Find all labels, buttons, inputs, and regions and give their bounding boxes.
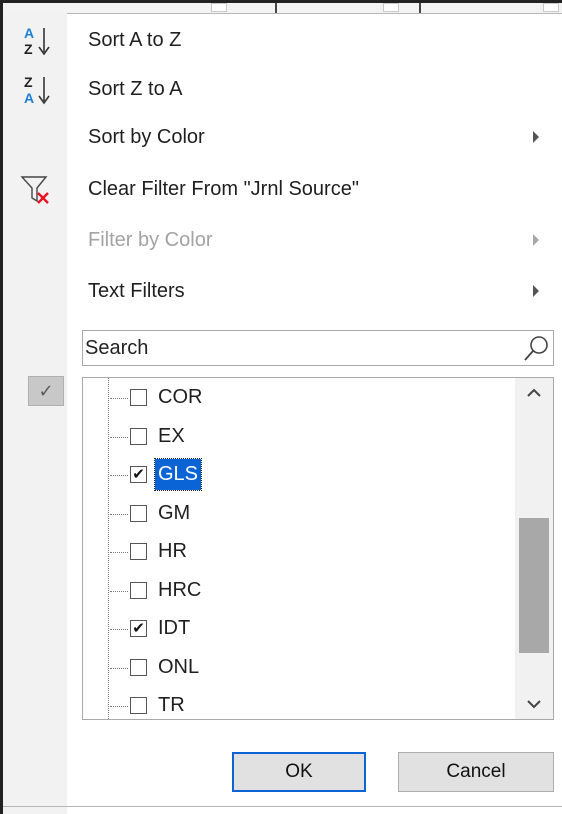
tree-connector [110,513,128,515]
list-item[interactable]: TR [83,687,513,719]
scroll-up-button[interactable] [515,378,553,408]
list-item-label: GLS [153,458,203,491]
filter-by-color-label: Filter by Color [88,229,213,251]
tree-connector [110,398,128,399]
list-item-label: ONL [158,655,200,678]
text-filters-label: Text Filters [88,280,185,302]
item-checkbox[interactable] [130,504,147,522]
item-checkbox[interactable] [130,697,147,714]
cancel-button[interactable]: Cancel [398,752,554,792]
list-item-label: TR [158,694,185,716]
scrollbar-thumb[interactable] [519,518,549,653]
chevron-down-icon [527,700,541,709]
list-item-label: EX [158,424,185,447]
header-divider [275,3,277,13]
chevron-up-icon [527,388,541,397]
sort-z-to-a-label: Sort Z to A [88,78,183,100]
header-dropdown-marker [543,3,559,12]
list-item-label: COR [158,386,203,408]
sort-by-color-label: Sort by Color [88,126,205,148]
item-checkbox[interactable] [130,427,147,445]
tree-connector [110,436,128,438]
item-checkbox[interactable]: ✔ [130,620,147,637]
tree-connector [110,667,128,669]
item-checkbox[interactable]: ✔ [130,466,147,483]
search-input[interactable] [85,331,505,365]
checkmark-icon: ✓ [28,376,64,406]
tree-connector [110,706,128,707]
sort-a-to-z-label: Sort A to Z [88,29,182,51]
tree-connector [110,590,128,592]
list-item-label: IDT [158,617,191,639]
sort-ascending-icon: A Z [24,25,50,57]
svg-text:Z: Z [24,74,33,90]
item-checkbox[interactable] [130,658,147,676]
ok-button[interactable]: OK [232,752,366,792]
submenu-arrow-icon [533,131,539,143]
clear-filter-label: Clear Filter From "Jrnl Source" [88,178,359,200]
list-item-label: HRC [158,578,202,601]
column-header-strip [3,3,562,14]
list-item[interactable]: GM [83,495,513,533]
list-item[interactable]: ✔ IDT [83,610,513,648]
item-checkbox[interactable] [130,543,147,560]
header-dropdown-marker [383,3,399,12]
menu-text-filters[interactable]: Text Filters [0,267,562,316]
list-item[interactable]: ✔ GLS [83,456,513,494]
list-scrollbar[interactable] [515,378,553,719]
menu-sort-z-to-a[interactable]: Z A Sort Z to A [0,65,562,114]
search-box[interactable] [82,330,554,366]
menu-sort-a-to-z[interactable]: A Z Sort A to Z [0,16,562,65]
tree-connector [110,475,128,476]
list-item-label: GM [158,501,191,524]
clear-filter-icon [20,176,49,204]
menu-filter-by-color: Filter by Color [0,216,562,265]
svg-text:A: A [24,90,34,106]
list-item[interactable]: HR [83,533,513,571]
menu-clear-filter[interactable]: Clear Filter From "Jrnl Source" [0,165,562,214]
list-item[interactable]: COR [83,379,513,417]
panel-bottom-divider [3,806,562,807]
tree-connector [110,552,128,553]
magnifier-icon[interactable] [522,334,550,362]
menu-sort-by-color[interactable]: Sort by Color [0,113,562,162]
svg-text:A: A [24,25,34,41]
list-item-label: HR [158,540,187,562]
header-divider [419,3,421,13]
item-checkbox[interactable] [130,581,147,599]
scroll-down-button[interactable] [515,689,553,719]
tree-connector [110,629,128,630]
svg-text:Z: Z [24,41,33,57]
submenu-arrow-icon [533,234,539,246]
list-item[interactable]: ONL [83,649,513,687]
list-item[interactable]: EX [83,418,513,456]
filter-value-list[interactable]: COR EX ✔ GLS GM HR HRC ✔ IDT ONL TR [82,377,554,720]
submenu-arrow-icon [533,285,539,297]
item-checkbox[interactable] [130,389,147,406]
list-item[interactable]: HRC [83,572,513,610]
header-dropdown-marker [211,3,227,12]
sort-descending-icon: Z A [24,74,50,106]
